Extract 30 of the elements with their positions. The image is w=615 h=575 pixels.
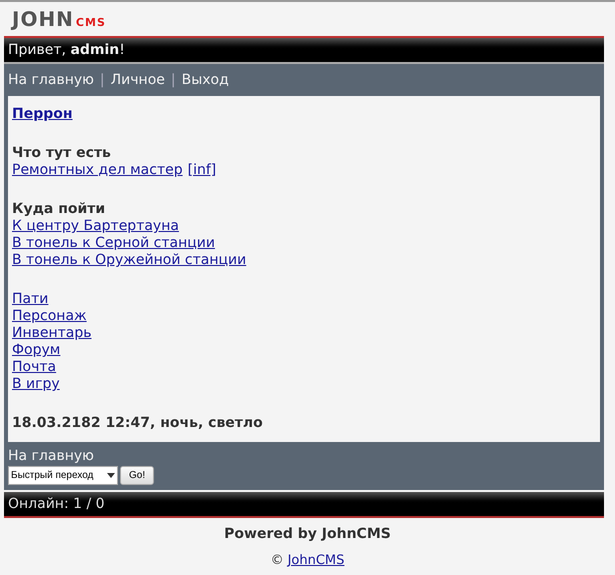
home-link[interactable]: На главную [8, 448, 94, 465]
menu-link[interactable]: К центру Бартертауна [12, 218, 179, 235]
nav-link[interactable]: Личное [110, 70, 165, 90]
online-count: Онлайн: 1 / 0 [8, 494, 105, 514]
powered-by-text: Powered by JohnCMS [224, 525, 391, 544]
menu-link[interactable]: Пати [12, 291, 48, 308]
menu-link[interactable]: Почта [12, 359, 56, 376]
nav-link[interactable]: Выход [182, 70, 229, 90]
menu-link[interactable]: Ремонтных дел мастер [12, 162, 183, 179]
greeting-text: Привет, admin! [8, 40, 125, 60]
section-heading: Что тут есть [12, 145, 112, 162]
copyright-symbol: © [270, 552, 284, 570]
menu-link[interactable]: В тонель к Серной станции [12, 235, 215, 252]
menu-link[interactable]: В игру [12, 376, 60, 393]
menu-link[interactable]: Персонаж [12, 308, 87, 325]
logo: JOHN CMS [12, 9, 106, 29]
go-button[interactable]: Go! [120, 466, 154, 485]
nav-separator: | [100, 70, 105, 90]
copyright-link[interactable]: JohnCMS [288, 551, 344, 570]
date-status: 18.03.2182 12:47, ночь, светло [12, 415, 264, 432]
page-title-link[interactable]: Перрон [12, 106, 73, 123]
section-heading: Куда пойти [12, 201, 106, 218]
menu-link[interactable]: Форум [12, 342, 60, 359]
nav-link[interactable]: На главную [8, 70, 94, 90]
menu-link[interactable]: В тонель к Оружейной станции [12, 252, 246, 269]
quick-jump-select[interactable]: Быстрый переход [8, 466, 118, 485]
dropdown-caret-icon [107, 473, 115, 478]
nav-separator: | [170, 70, 176, 90]
info-link[interactable]: [inf] [188, 162, 216, 179]
menu-link[interactable]: Инвентарь [12, 325, 92, 342]
